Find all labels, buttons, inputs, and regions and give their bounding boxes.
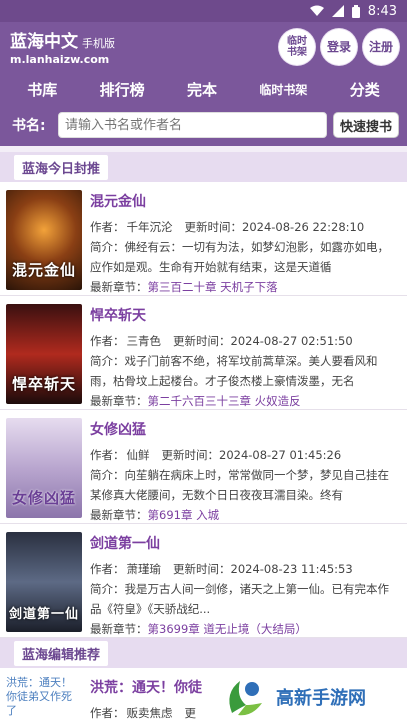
site-domain: m.lanhaizw.com (10, 52, 110, 66)
book-meta: 作者： 千年沉沦 更新时间：2024-08-26 22:28:10 (90, 220, 365, 234)
search-label: 书名: (12, 118, 46, 134)
book-meta: 作者： 仙鲜 更新时间：2024-08-27 01:45:26 (90, 448, 342, 462)
book-cover[interactable]: 悍卒斩天 (6, 304, 82, 404)
book-author: 三青色 (126, 334, 162, 348)
book-intro: 简介：佛经有云：一切有为法，如梦幻泡影，如露亦如电，应作如是观。生命有开始就有结… (90, 240, 389, 274)
book-author: 千年沉沦 (126, 220, 173, 234)
book-intro: 简介：向苼躺在病床上时，常常做同一个梦，梦见自己挂在某修真大佬腰间，无数个日日夜… (90, 468, 389, 502)
book-cover[interactable]: 混元金仙 (6, 190, 82, 290)
book-latest: 最新章节：第二千六百三十三章 火奴造反 (90, 394, 301, 408)
cover-title: 悍卒斩天 (11, 375, 76, 393)
book-cover[interactable]: 洪荒：通天！你徒弟又作死了 (6, 676, 82, 717)
book-meta: 作者： 三青色 更新时间：2024-08-27 02:51:50 (90, 334, 353, 348)
register-button[interactable]: 注册 (363, 29, 399, 65)
book-item[interactable]: 女修凶猛 女修凶猛 作者： 仙鲜 更新时间：2024-08-27 01:45:26 … (0, 410, 407, 524)
latest-chapter-link[interactable]: 第三百二十章 天机子下落 (148, 280, 278, 294)
cover-title: 剑道第一仙 (8, 607, 79, 622)
book-update: 2024-08-27 02:51:50 (230, 334, 353, 348)
book-meta: 作者： 萧瑾瑜 更新时间：2024-08-23 11:45:53 (90, 562, 353, 576)
book-intro: 简介：我是万古人间一剑修，诸天之上第一仙。已有完本作品《符皇》《天骄战纪... (90, 582, 389, 616)
book-update: 2024-08-26 22:28:10 (242, 220, 365, 234)
watermark-logo-icon (222, 675, 268, 721)
book-title[interactable]: 混元金仙 (90, 191, 399, 211)
wifi-icon (309, 5, 324, 17)
nav-completed[interactable]: 完本 (187, 79, 217, 100)
book-update: 2024-08-23 11:45:53 (230, 562, 353, 576)
section-title: 蓝海编辑推荐 (14, 640, 109, 666)
latest-chapter-link[interactable]: 第691章 入城 (148, 508, 220, 522)
nav-library[interactable]: 书库 (27, 79, 57, 100)
status-bar: 8:43 (0, 0, 407, 22)
clock: 8:43 (367, 3, 397, 19)
search-bar: 书名: 快速搜书 (0, 108, 407, 146)
battery-icon (351, 4, 360, 18)
book-cover[interactable]: 女修凶猛 (6, 418, 82, 518)
signal-icon (331, 5, 344, 17)
site-logo[interactable]: 蓝海中文 手机版 m.lanhaizw.com (10, 27, 115, 66)
book-item[interactable]: 悍卒斩天 悍卒斩天 作者： 三青色 更新时间：2024-08-27 02:51:50… (0, 296, 407, 410)
site-header: 蓝海中文 手机版 m.lanhaizw.com 临时 书架 登录 注册 (0, 22, 407, 70)
book-author: 仙鲜 (126, 448, 150, 462)
book-intro: 简介：戏子门前客不绝，将军坟前蒿草深。美人要看风和雨，枯骨坟上起楼台。才子俊杰楼… (90, 354, 378, 388)
bookshelf-button[interactable]: 临时 书架 (279, 29, 315, 65)
section-header: 蓝海编辑推荐 (0, 638, 407, 668)
latest-chapter-link[interactable]: 第3699章 道无止境（大结局） (148, 622, 307, 636)
book-latest: 最新章节：第三百二十章 天机子下落 (90, 280, 278, 294)
cover-title: 女修凶猛 (11, 489, 76, 507)
book-item[interactable]: 剑道第一仙 剑道第一仙 作者： 萧瑾瑜 更新时间：2024-08-23 11:45:… (0, 524, 407, 638)
editor-section: 蓝海编辑推荐 洪荒：通天！你徒弟又作死了 洪荒：通天！你徒 作者： 贩卖焦虑更 (0, 638, 407, 725)
book-author: 贩卖焦虑 (126, 706, 173, 720)
latest-chapter-link[interactable]: 第二千六百三十三章 火奴造反 (148, 394, 301, 408)
book-title[interactable]: 女修凶猛 (90, 419, 399, 439)
search-input[interactable] (58, 112, 327, 138)
book-author: 萧瑾瑜 (126, 562, 162, 576)
book-title[interactable]: 悍卒斩天 (90, 305, 399, 325)
book-update: 2024-08-27 01:45:26 (219, 448, 342, 462)
nav-category[interactable]: 分类 (350, 79, 380, 100)
book-latest: 最新章节：第3699章 道无止境（大结局） (90, 622, 307, 636)
search-button[interactable]: 快速搜书 (332, 112, 399, 138)
book-cover[interactable]: 剑道第一仙 (6, 532, 82, 632)
book-item[interactable]: 混元金仙 混元金仙 作者： 千年沉沦 更新时间：2024-08-26 22:28:1… (0, 182, 407, 296)
watermark-brand: 高新手游网 (276, 688, 366, 709)
section-header: 蓝海今日封推 (0, 152, 407, 182)
main-nav: 书库 排行榜 完本 临时书架 分类 (0, 70, 407, 108)
nav-ranking[interactable]: 排行榜 (100, 79, 145, 100)
site-name: 蓝海中文 (10, 31, 78, 52)
today-section: 蓝海今日封推 混元金仙 混元金仙 作者： 千年沉沦 更新时间：2024-08-26 … (0, 152, 407, 638)
site-sub: 手机版 (82, 36, 115, 50)
nav-bookshelf[interactable]: 临时书架 (259, 81, 307, 98)
login-button[interactable]: 登录 (321, 29, 357, 65)
book-title[interactable]: 剑道第一仙 (90, 533, 399, 553)
cover-title: 混元金仙 (11, 261, 76, 279)
book-latest: 最新章节：第691章 入城 (90, 508, 220, 522)
section-title: 蓝海今日封推 (14, 154, 109, 180)
